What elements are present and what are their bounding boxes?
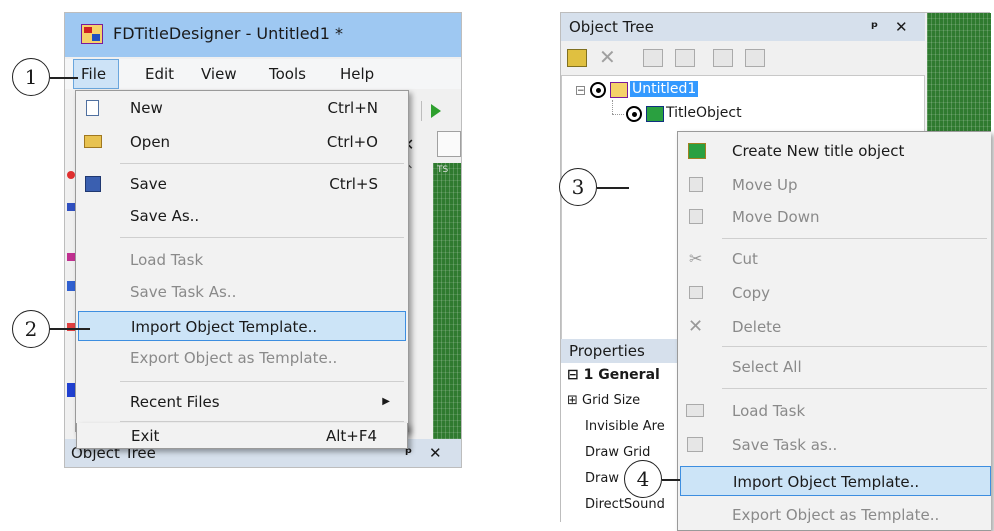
create-object-icon: [688, 143, 706, 159]
left-window: FDTitleDesigner - Untitled1 * File Edit …: [64, 12, 462, 468]
move-up-icon[interactable]: [643, 49, 663, 67]
save-icon: [85, 176, 101, 192]
callout-2: 2: [12, 310, 50, 348]
ctx-move-down[interactable]: Move Down: [678, 202, 991, 232]
menu-tools[interactable]: Tools: [269, 59, 306, 89]
menu-item-import-object-template[interactable]: Import Object Template..: [78, 311, 406, 341]
title-object-icon: [646, 106, 664, 122]
close-icon[interactable]: ✕: [895, 13, 908, 41]
close-icon[interactable]: ✕: [429, 439, 442, 467]
callout-1-leader: [50, 77, 78, 79]
menu-item-save-task-as[interactable]: Save Task As..: [76, 277, 408, 307]
ctx-import-object-template[interactable]: Import Object Template..: [680, 466, 991, 496]
pin-icon[interactable]: ᵖ: [871, 13, 878, 41]
load-task-icon[interactable]: [713, 49, 733, 67]
property-draw[interactable]: Draw: [585, 471, 619, 486]
ctx-cut[interactable]: ✂ Cut: [678, 244, 991, 274]
cut-icon: ✂: [689, 249, 703, 268]
project-icon: [610, 82, 628, 98]
play-icon[interactable]: [431, 104, 441, 118]
ctx-create-new-title-object[interactable]: Create New title object: [678, 136, 991, 166]
open-folder-icon: [84, 135, 102, 148]
object-tree-title: Object Tree: [569, 18, 654, 36]
delete-icon: ✕: [688, 316, 704, 337]
right-window: Object Tree ᵖ ✕ ✕ − Untitled1 TitleObjec…: [560, 12, 991, 531]
property-invisible-area[interactable]: Invisible Are: [585, 419, 665, 434]
property-directsound[interactable]: DirectSound: [585, 497, 665, 512]
menu-item-save[interactable]: Save Ctrl+S: [76, 169, 408, 199]
canvas-tab-label: TS: [437, 165, 449, 175]
collapse-icon[interactable]: −: [576, 86, 585, 96]
move-down-icon[interactable]: [675, 49, 695, 67]
submenu-arrow-icon: ▶: [382, 396, 390, 407]
app-icon: [81, 24, 103, 44]
visibility-eye-icon[interactable]: [590, 82, 606, 98]
load-task-icon: [686, 404, 704, 417]
copy-icon: [689, 286, 703, 299]
callout-4-leader: [662, 479, 680, 481]
tab-fragment: [437, 131, 461, 157]
menu-item-load-task[interactable]: Load Task: [76, 245, 408, 275]
visibility-eye-icon[interactable]: [626, 106, 642, 122]
menu-item-open[interactable]: Open Ctrl+O: [76, 127, 408, 157]
save-task-icon: [687, 437, 703, 452]
file-menu-dropdown: New Ctrl+N Open Ctrl+O Save Ctrl+S Save …: [75, 90, 409, 432]
ctx-select-all[interactable]: Select All: [678, 352, 991, 382]
ctx-move-up[interactable]: Move Up: [678, 170, 991, 200]
menu-view[interactable]: View: [201, 59, 237, 89]
ctx-copy[interactable]: Copy: [678, 278, 991, 308]
tree-child-titleobject[interactable]: TitleObject: [666, 105, 742, 121]
delete-icon[interactable]: ✕: [599, 45, 616, 69]
menu-help[interactable]: Help: [340, 59, 374, 89]
menu-edit[interactable]: Edit: [145, 59, 174, 89]
menu-item-exit[interactable]: Exit Alt+F4: [76, 423, 408, 449]
toolbar-separator: [421, 101, 422, 121]
menu-bar: File Edit View Tools Help: [65, 59, 461, 89]
properties-grid: ⊟ 1 General ⊞ Grid Size Invisible Are Dr…: [561, 363, 679, 523]
tree-root-untitled1[interactable]: Untitled1: [630, 81, 699, 97]
ctx-export-object-as-template[interactable]: Export Object as Template..: [678, 500, 991, 530]
context-menu: Create New title object Move Up Move Dow…: [677, 131, 991, 531]
new-file-icon: [86, 100, 99, 116]
property-grid-size[interactable]: ⊞ Grid Size: [567, 393, 640, 408]
ctx-save-task-as[interactable]: Save Task as..: [678, 430, 991, 460]
callout-3-leader: [597, 187, 629, 189]
menu-file[interactable]: File: [73, 59, 119, 89]
callout-3: 3: [559, 168, 597, 206]
title-bar: FDTitleDesigner - Untitled1 *: [65, 13, 461, 57]
menu-item-new[interactable]: New Ctrl+N: [76, 93, 408, 123]
move-up-icon: [689, 177, 703, 192]
properties-section[interactable]: ⊟ 1 General: [567, 367, 660, 383]
canvas-area: [433, 163, 461, 451]
move-down-icon: [689, 209, 703, 224]
properties-header: Properties: [561, 339, 679, 363]
tree-toolbar: ✕: [561, 43, 925, 73]
property-draw-grid[interactable]: Draw Grid: [585, 445, 650, 460]
save-task-icon[interactable]: [745, 49, 765, 67]
create-object-icon[interactable]: [567, 49, 587, 67]
callout-2-leader: [50, 328, 90, 330]
ctx-delete[interactable]: ✕ Delete: [678, 312, 991, 342]
menu-item-save-as[interactable]: Save As..: [76, 201, 408, 231]
menu-item-recent-files[interactable]: Recent Files ▶: [76, 387, 408, 417]
ctx-load-task[interactable]: Load Task: [678, 396, 991, 426]
window-title: FDTitleDesigner - Untitled1 *: [113, 24, 343, 43]
menu-item-export-object-as-template[interactable]: Export Object as Template..: [76, 343, 408, 373]
callout-4: 4: [624, 460, 662, 498]
object-tree-header: Object Tree ᵖ ✕: [561, 13, 925, 41]
callout-1: 1: [12, 58, 50, 96]
